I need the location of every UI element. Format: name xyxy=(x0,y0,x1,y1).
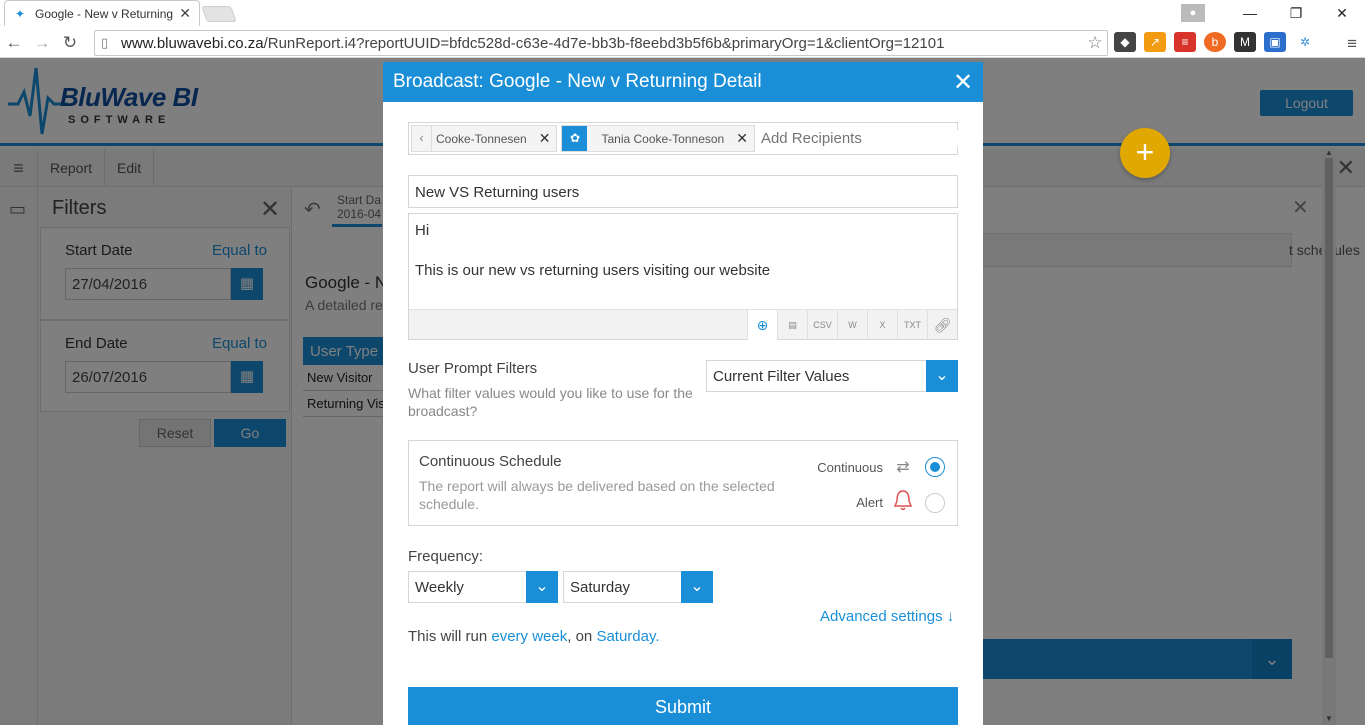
profile-icon[interactable]: ● xyxy=(1181,4,1205,22)
run-period: every week xyxy=(491,628,568,645)
browser-tab-bar: ✦ Google - New v Returning ✕ ● — ❐ ✕ xyxy=(0,0,1365,28)
minimize-icon[interactable]: — xyxy=(1227,5,1273,21)
tab-close-icon[interactable]: ✕ xyxy=(179,5,191,22)
arrow-down-icon: ↓ xyxy=(946,608,955,625)
address-bar: ← → ↻ ▯ www.bluwavebi.co.za/RunReport.i4… xyxy=(0,28,1365,58)
avatar: ✿ xyxy=(562,126,588,151)
filter-values-select[interactable]: Current Filter Values ⌄ xyxy=(706,360,958,392)
recipient-name: Cooke-Tonnesen xyxy=(436,131,527,146)
message-line: Hi xyxy=(415,222,430,239)
link-icon[interactable]: 🔗︎ xyxy=(927,310,957,340)
user-prompt-label: User Prompt Filters xyxy=(408,360,538,377)
back-icon[interactable]: ← xyxy=(0,33,28,53)
browser-menu-icon[interactable]: ≡ xyxy=(1347,34,1357,54)
snowflake-extension-icon[interactable]: ✲ xyxy=(1294,32,1316,52)
todoist-extension-icon[interactable]: ≡ xyxy=(1174,32,1196,52)
submit-button[interactable]: Submit xyxy=(408,687,958,725)
recipient-chip: ‹ Cooke-Tonnesen ✕ xyxy=(411,125,558,152)
txt-format-icon[interactable]: TXT xyxy=(897,310,927,340)
run-summary: This will run every week, on Saturday. xyxy=(408,628,660,645)
analytics-extension-icon[interactable]: ↗ xyxy=(1144,32,1166,52)
evernote-extension-icon[interactable]: ◆ xyxy=(1114,32,1136,52)
frequency-select[interactable]: Weekly ⌄ xyxy=(408,571,558,603)
user-prompt-help: What filter values would you like to use… xyxy=(408,385,693,419)
add-fab-button[interactable]: + xyxy=(1120,128,1170,178)
add-recipients-input[interactable] xyxy=(760,130,960,147)
m-extension-icon[interactable]: M xyxy=(1234,32,1256,52)
alert-label: Alert xyxy=(856,495,883,510)
alert-option[interactable]: Alert xyxy=(856,489,945,516)
filter-values-selected: Current Filter Values xyxy=(713,368,850,385)
format-icons: ⊕ ▤ CSV W X TXT 🔗︎ xyxy=(747,310,957,340)
url-input[interactable]: ▯ www.bluwavebi.co.za/RunReport.i4?repor… xyxy=(94,30,1108,56)
excel-format-icon[interactable]: X xyxy=(867,310,897,340)
bell-icon xyxy=(889,489,917,516)
extension-icons: ◆ ↗ ≡ b M ▣ ✲ xyxy=(1114,32,1316,52)
page-icon: ▯ xyxy=(101,35,109,50)
recipients-field[interactable]: ‹ Cooke-Tonnesen ✕ ✿ Tania Cooke-Tonneso… xyxy=(408,122,960,155)
continuous-option[interactable]: Continuous ⇄ xyxy=(817,457,945,477)
recipient-chip: ✿ Tania Cooke-Tonneson ✕ xyxy=(561,125,755,152)
day-selected: Saturday xyxy=(570,579,631,596)
remove-recipient-icon[interactable]: ✕ xyxy=(736,130,748,147)
window-controls: ● — ❐ ✕ xyxy=(1181,0,1365,26)
web-format-icon[interactable]: ⊕ xyxy=(747,310,777,340)
modal-header: Broadcast: Google - New v Returning Deta… xyxy=(383,62,983,102)
frequency-label: Frequency: xyxy=(408,548,484,565)
format-bar: ⊕ ▤ CSV W X TXT 🔗︎ xyxy=(409,309,957,340)
pdf-format-icon[interactable]: ▤ xyxy=(777,310,807,340)
url-text: www.bluwavebi.co.za/RunReport.i4?reportU… xyxy=(121,34,945,52)
recipient-name: Tania Cooke-Tonneson xyxy=(601,131,725,146)
advanced-settings-link[interactable]: Advanced settings ↓ xyxy=(820,608,954,625)
panel-extension-icon[interactable]: ▣ xyxy=(1264,32,1286,52)
csv-format-icon[interactable]: CSV xyxy=(807,310,837,340)
continuous-label: Continuous xyxy=(817,459,883,475)
frequency-selected: Weekly xyxy=(415,579,464,596)
subject-input[interactable]: New VS Returning users xyxy=(408,175,958,208)
close-icon[interactable]: ✕ xyxy=(943,68,983,97)
message-line: This is our new vs returning users visit… xyxy=(415,262,771,279)
day-select[interactable]: Saturday ⌄ xyxy=(563,571,713,603)
message-textarea[interactable]: Hi This is our new vs returning users vi… xyxy=(408,213,958,340)
chevron-left-icon[interactable]: ‹ xyxy=(412,126,432,151)
alert-radio[interactable] xyxy=(925,492,945,513)
tab-title: Google - New v Returning xyxy=(35,6,174,21)
browser-tab[interactable]: ✦ Google - New v Returning ✕ xyxy=(4,0,200,26)
broadcast-modal: Broadcast: Google - New v Returning Deta… xyxy=(383,62,983,725)
reload-icon[interactable]: ↻ xyxy=(56,33,84,53)
word-format-icon[interactable]: W xyxy=(837,310,867,340)
continuous-radio[interactable] xyxy=(925,457,945,477)
bluwave-favicon-icon: ✦ xyxy=(14,6,26,21)
forward-icon[interactable]: → xyxy=(28,33,56,53)
bitly-extension-icon[interactable]: b xyxy=(1204,32,1226,52)
schedule-box: Continuous Schedule The report will alwa… xyxy=(408,440,958,526)
chevron-down-icon: ⌄ xyxy=(526,571,558,603)
schedule-help: The report will always be delivered base… xyxy=(419,478,775,512)
window-close-icon[interactable]: ✕ xyxy=(1319,5,1365,22)
schedule-title: Continuous Schedule xyxy=(419,453,562,470)
repeat-icon: ⇄ xyxy=(896,459,910,476)
chevron-down-icon: ⌄ xyxy=(681,571,713,603)
restore-icon[interactable]: ❐ xyxy=(1273,5,1319,22)
modal-title: Broadcast: Google - New v Returning Deta… xyxy=(393,71,762,92)
new-tab-button[interactable] xyxy=(201,6,237,22)
remove-recipient-icon[interactable]: ✕ xyxy=(539,130,551,147)
run-day: Saturday xyxy=(596,628,656,645)
bookmark-star-icon[interactable]: ☆ xyxy=(1083,33,1107,53)
chevron-down-icon: ⌄ xyxy=(926,360,958,392)
